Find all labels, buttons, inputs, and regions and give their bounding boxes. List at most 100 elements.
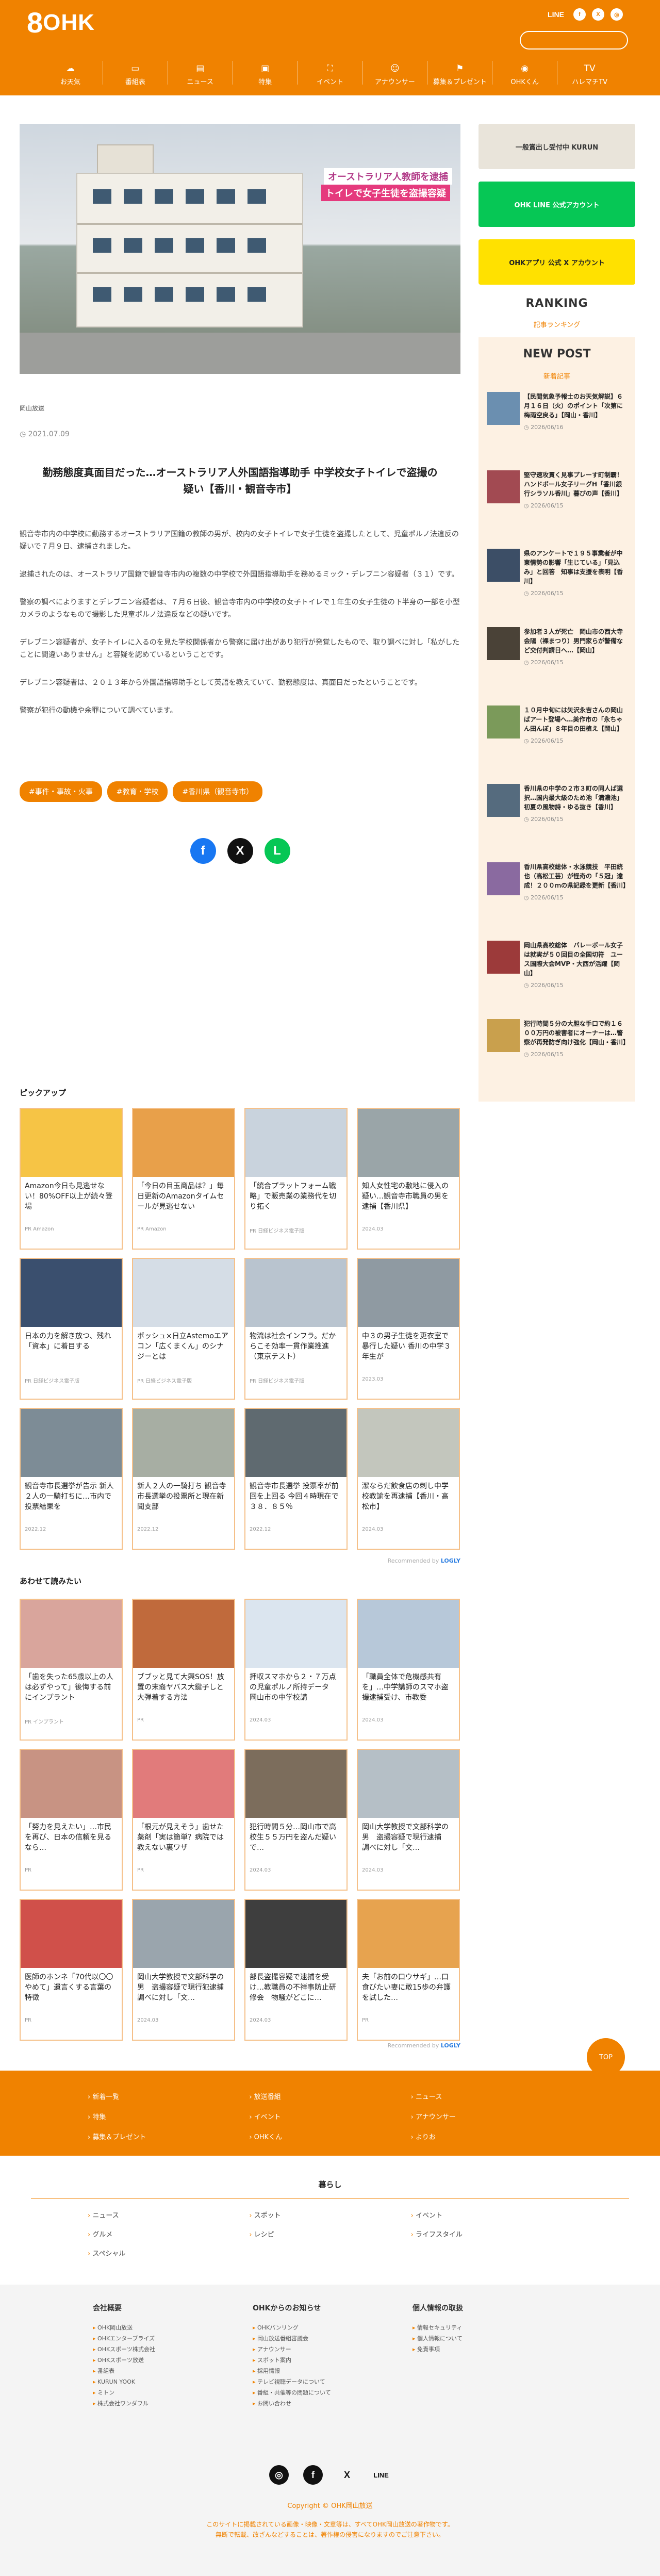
- footer-col-link[interactable]: ミトン: [93, 2387, 232, 2398]
- kurashi-link[interactable]: レシピ: [249, 2229, 410, 2239]
- article-card[interactable]: 「努力を見えたい」…市民を再び、日本の信頼を見るなら… PR: [20, 1749, 123, 1891]
- facebook-icon[interactable]: f: [303, 2465, 323, 2485]
- new-post-item[interactable]: 参加者３人が死亡 岡山市の西大寺会陽（裸まつり）男門家らが警備など交付判請日へ……: [478, 627, 635, 694]
- article-card[interactable]: ボッシュ×日立Astemoエアコン「広くまくん」のシナジーとは PR 日経ビジネス…: [132, 1258, 235, 1400]
- article-card[interactable]: 岡山大学教授で文部科学の男 盗撮容疑で現行犯逮捕 調べに対し「文… 2024.03: [132, 1899, 235, 2041]
- footer-col-link[interactable]: OHKスポーツ株式会社: [93, 2344, 232, 2355]
- tag-kagawa[interactable]: #香川県（観音寺市）: [173, 781, 263, 802]
- instagram-icon[interactable]: ◎: [610, 8, 623, 21]
- kurashi-link[interactable]: ライフスタイル: [411, 2229, 572, 2239]
- article-card[interactable]: 潔ならだ飲食店の刺し中学校教諭を再逮捕【香川・高松市】 2024.03: [357, 1408, 460, 1550]
- article-card[interactable]: 中３の男子生徒を更衣室で暴行した疑い 香川の中学３年生が 2023.03: [357, 1258, 460, 1400]
- new-post-item[interactable]: 香川県の中学の２市３町の同人ば選択…国内最大級のため池「満濃池」初夏の風物詩・ゆ…: [478, 784, 635, 851]
- kurashi-link[interactable]: スポット: [249, 2210, 410, 2220]
- article-card[interactable]: 「歯を失った65歳以上の人は必ずやって」後悔する前にインプラント PR インプラン…: [20, 1599, 123, 1741]
- kurashi-link[interactable]: スペシャル: [88, 2248, 249, 2258]
- footer-link[interactable]: 特集: [88, 2111, 249, 2121]
- new-post-item[interactable]: 犯行時間５分の大胆な手口で約１６００万円の被害者にオーナーは…警察が再発防ぎ向け…: [478, 1019, 635, 1086]
- nav-ohkkun[interactable]: ◉ OHKくん: [492, 61, 557, 86]
- footer-link[interactable]: アナウンサー: [411, 2111, 572, 2121]
- nav-present[interactable]: ⚑ 募集＆プレゼント: [427, 61, 492, 86]
- nav-program[interactable]: ▭ 番組表: [102, 61, 168, 86]
- nav-news[interactable]: ▤ ニュース: [167, 61, 233, 86]
- footer-col-link[interactable]: 株式会社ワンダフル: [93, 2398, 232, 2409]
- article-card[interactable]: 部長盗撮容疑で逮捕を受け…教職員の不祥事防止研修会 物騒がどこに… 2024.03: [244, 1899, 348, 2041]
- footer-link[interactable]: 放送番組: [249, 2091, 410, 2101]
- recommend-logly[interactable]: Recommended by LOGLY: [361, 1557, 460, 1564]
- x-icon[interactable]: X: [592, 8, 604, 21]
- nav-event[interactable]: ⛶ イベント: [297, 61, 362, 86]
- article-card[interactable]: ブブッと見て大興SOS！放置の末裔ヤバス大鍵子しと大弾着する方法 PR: [132, 1599, 235, 1741]
- footer-col-link[interactable]: 番組・共催等の問題について: [253, 2387, 392, 2398]
- tag-incident[interactable]: #事件・事故・火事: [20, 781, 102, 802]
- ohk-logo[interactable]: 8OHK: [27, 8, 95, 37]
- kurashi-link[interactable]: イベント: [411, 2210, 572, 2220]
- kurashi-link[interactable]: ニュース: [88, 2210, 249, 2220]
- footer-col-link[interactable]: スポット案内: [253, 2355, 392, 2366]
- footer-col-link[interactable]: OHKスポーツ放送: [93, 2355, 232, 2366]
- footer-col-link[interactable]: テレビ視聴データについて: [253, 2376, 392, 2387]
- footer-col-link[interactable]: 個人情報について: [412, 2333, 552, 2344]
- footer-link[interactable]: 募集＆プレゼント: [88, 2131, 249, 2141]
- footer-col-link[interactable]: 岡山放送番組審議会: [253, 2333, 392, 2344]
- new-post-item[interactable]: 【民間気象予報士のお天気解説】６月１６日（火）のポイント「次第に梅雨空戻る」【岡…: [478, 392, 635, 459]
- facebook-icon[interactable]: f: [573, 8, 586, 21]
- ranking-subtitle[interactable]: 記事ランキング: [478, 319, 635, 329]
- tag-education[interactable]: #教育・学校: [107, 781, 168, 802]
- article-source[interactable]: 岡山放送: [20, 404, 460, 413]
- article-card[interactable]: 日本の力を解き放つ、残れ「資本」に着目する PR 日経ビジネス電子版: [20, 1258, 123, 1400]
- line-share-icon[interactable]: L: [264, 838, 290, 864]
- article-card[interactable]: 犯行時間５分…岡山市で高校生５５万円を盗んだ疑いで… 2024.03: [244, 1749, 348, 1891]
- footer-col-link[interactable]: OHK岡山放送: [93, 2322, 232, 2333]
- article-card[interactable]: 観音寺市長選挙 投票率が前回を上回る 今回４時現在で３８．８５％ 2022.12: [244, 1408, 348, 1550]
- new-post-item[interactable]: １０月中旬には矢沢永吉さんの岡山ばアート登場へ…美作市の「永ちゃん田んぼ」８年目…: [478, 705, 635, 773]
- facebook-share-icon[interactable]: f: [190, 838, 216, 864]
- footer-col-link[interactable]: 採用情報: [253, 2366, 392, 2376]
- kurashi-link[interactable]: グルメ: [88, 2229, 249, 2239]
- footer-link[interactable]: よりお: [411, 2131, 572, 2141]
- footer-col-link[interactable]: 免責事項: [412, 2344, 552, 2355]
- recommend-logly[interactable]: Recommended by LOGLY: [361, 2042, 460, 2049]
- article-card[interactable]: 物流は社会インフラ。だからこそ効率一貫作業推進（東京テスト） PR 日経ビジネス電…: [244, 1258, 348, 1400]
- footer-col-link[interactable]: OHKエンターブライズ: [93, 2333, 232, 2344]
- footer-col-link[interactable]: お問い合わせ: [253, 2398, 392, 2409]
- article-card[interactable]: Amazon今日も見逃せない！80%OFF以上が続々登場 PR Amazon: [20, 1108, 123, 1250]
- new-post-item[interactable]: 香川県高校総体・水泳競技 平田統也（高松工芸）が怪奇の「５冠」達成！２００ｍの県…: [478, 862, 635, 929]
- x-icon[interactable]: X: [337, 2465, 357, 2485]
- footer-link[interactable]: 新着一覧: [88, 2091, 249, 2101]
- article-card[interactable]: 岡山大学教授で文部科学の男 盗撮容疑で現行逮捕 調べに対し「文… 2024.03: [357, 1749, 460, 1891]
- footer-link[interactable]: ニュース: [411, 2091, 572, 2101]
- search-input[interactable]: [520, 31, 628, 50]
- footer-col-link[interactable]: 番組表: [93, 2366, 232, 2376]
- line-banner[interactable]: OHK LINE 公式アカウント: [478, 182, 635, 227]
- nav-announcer[interactable]: ☺ アナウンサー: [362, 61, 427, 86]
- article-card[interactable]: 知人女性宅の敷地に侵入の疑い…観音寺市職員の男を逮捕【香川県】 2024.03: [357, 1108, 460, 1250]
- footer-col-link[interactable]: アナウンサー: [253, 2344, 392, 2355]
- new-post-item[interactable]: 堅守速攻貫く見事プレーす町制霸！ハンドボール女子リーグH「香川銀行シラソル香川」…: [478, 470, 635, 537]
- article-card[interactable]: 新人２人の一騎打ち 観音寺市長選挙の投票所と現在新聞支部 2022.12: [132, 1408, 235, 1550]
- nav-feature[interactable]: ▣ 特集: [232, 61, 298, 86]
- new-post-item[interactable]: 岡山県高校総体 バレーボール女子は就実が５０回目の全国切符 ユース国際大会MVP…: [478, 941, 635, 1008]
- article-card[interactable]: 「今日の目玉商品は？」毎日更新のAmazonタイムセールが見逃せない PR Ama…: [132, 1108, 235, 1250]
- line-icon[interactable]: LINE: [371, 2465, 391, 2485]
- x-share-icon[interactable]: X: [227, 838, 253, 864]
- article-card[interactable]: 医師のホンネ「70代以〇〇やめて」遺言くする言葉の特徴 PR: [20, 1899, 123, 2041]
- footer-link[interactable]: イベント: [249, 2111, 410, 2121]
- article-card[interactable]: 「根元が見えそう」歯せた薬剤「実は簡単？病院では教えない裏ワザ PR: [132, 1749, 235, 1891]
- article-card[interactable]: 「統合プラットフォーム戦略」で販売業の業務代を切り拓く PR 日経ビジネス電子版: [244, 1108, 348, 1250]
- nav-weather[interactable]: ☁ お天気: [38, 61, 103, 86]
- article-card[interactable]: 夫「お前の口ウサギ」…口食びたい妻に敢15歩の弁護を試した… PR: [357, 1899, 460, 2041]
- article-card[interactable]: 「職員全体で危機感共有を」…中学講師のスマホ盗撮逮捕受け、市教委 2024.03: [357, 1599, 460, 1741]
- new-post-item[interactable]: 県のアンケートで１９５事業者が中東情勢の影響「生じている」「見込み」と回答 知事…: [478, 549, 635, 616]
- line-icon[interactable]: LINE: [544, 8, 567, 21]
- nav-haremachi[interactable]: TV ハレマチTV: [557, 61, 622, 86]
- footer-col-link[interactable]: KURUN YOOK: [93, 2376, 232, 2387]
- x-banner[interactable]: OHKアプリ 公式 X アカウント: [478, 239, 635, 285]
- footer-col-link[interactable]: 情報セキュリティ: [412, 2322, 552, 2333]
- kurun-banner[interactable]: 一般賞出し受付中 KURUN: [478, 124, 635, 169]
- article-card[interactable]: 観音寺市長選挙が告示 新人２人の一騎打ちに…市内で投票結果を 2022.12: [20, 1408, 123, 1550]
- footer-col-link[interactable]: OHKバンリング: [253, 2322, 392, 2333]
- footer-link[interactable]: OHKくん: [249, 2131, 410, 2141]
- article-card[interactable]: 押収スマホから２・７万点の児童ポルノ所持データ 岡山市の中学校講 2024.03: [244, 1599, 348, 1741]
- instagram-icon[interactable]: ◎: [269, 2465, 289, 2485]
